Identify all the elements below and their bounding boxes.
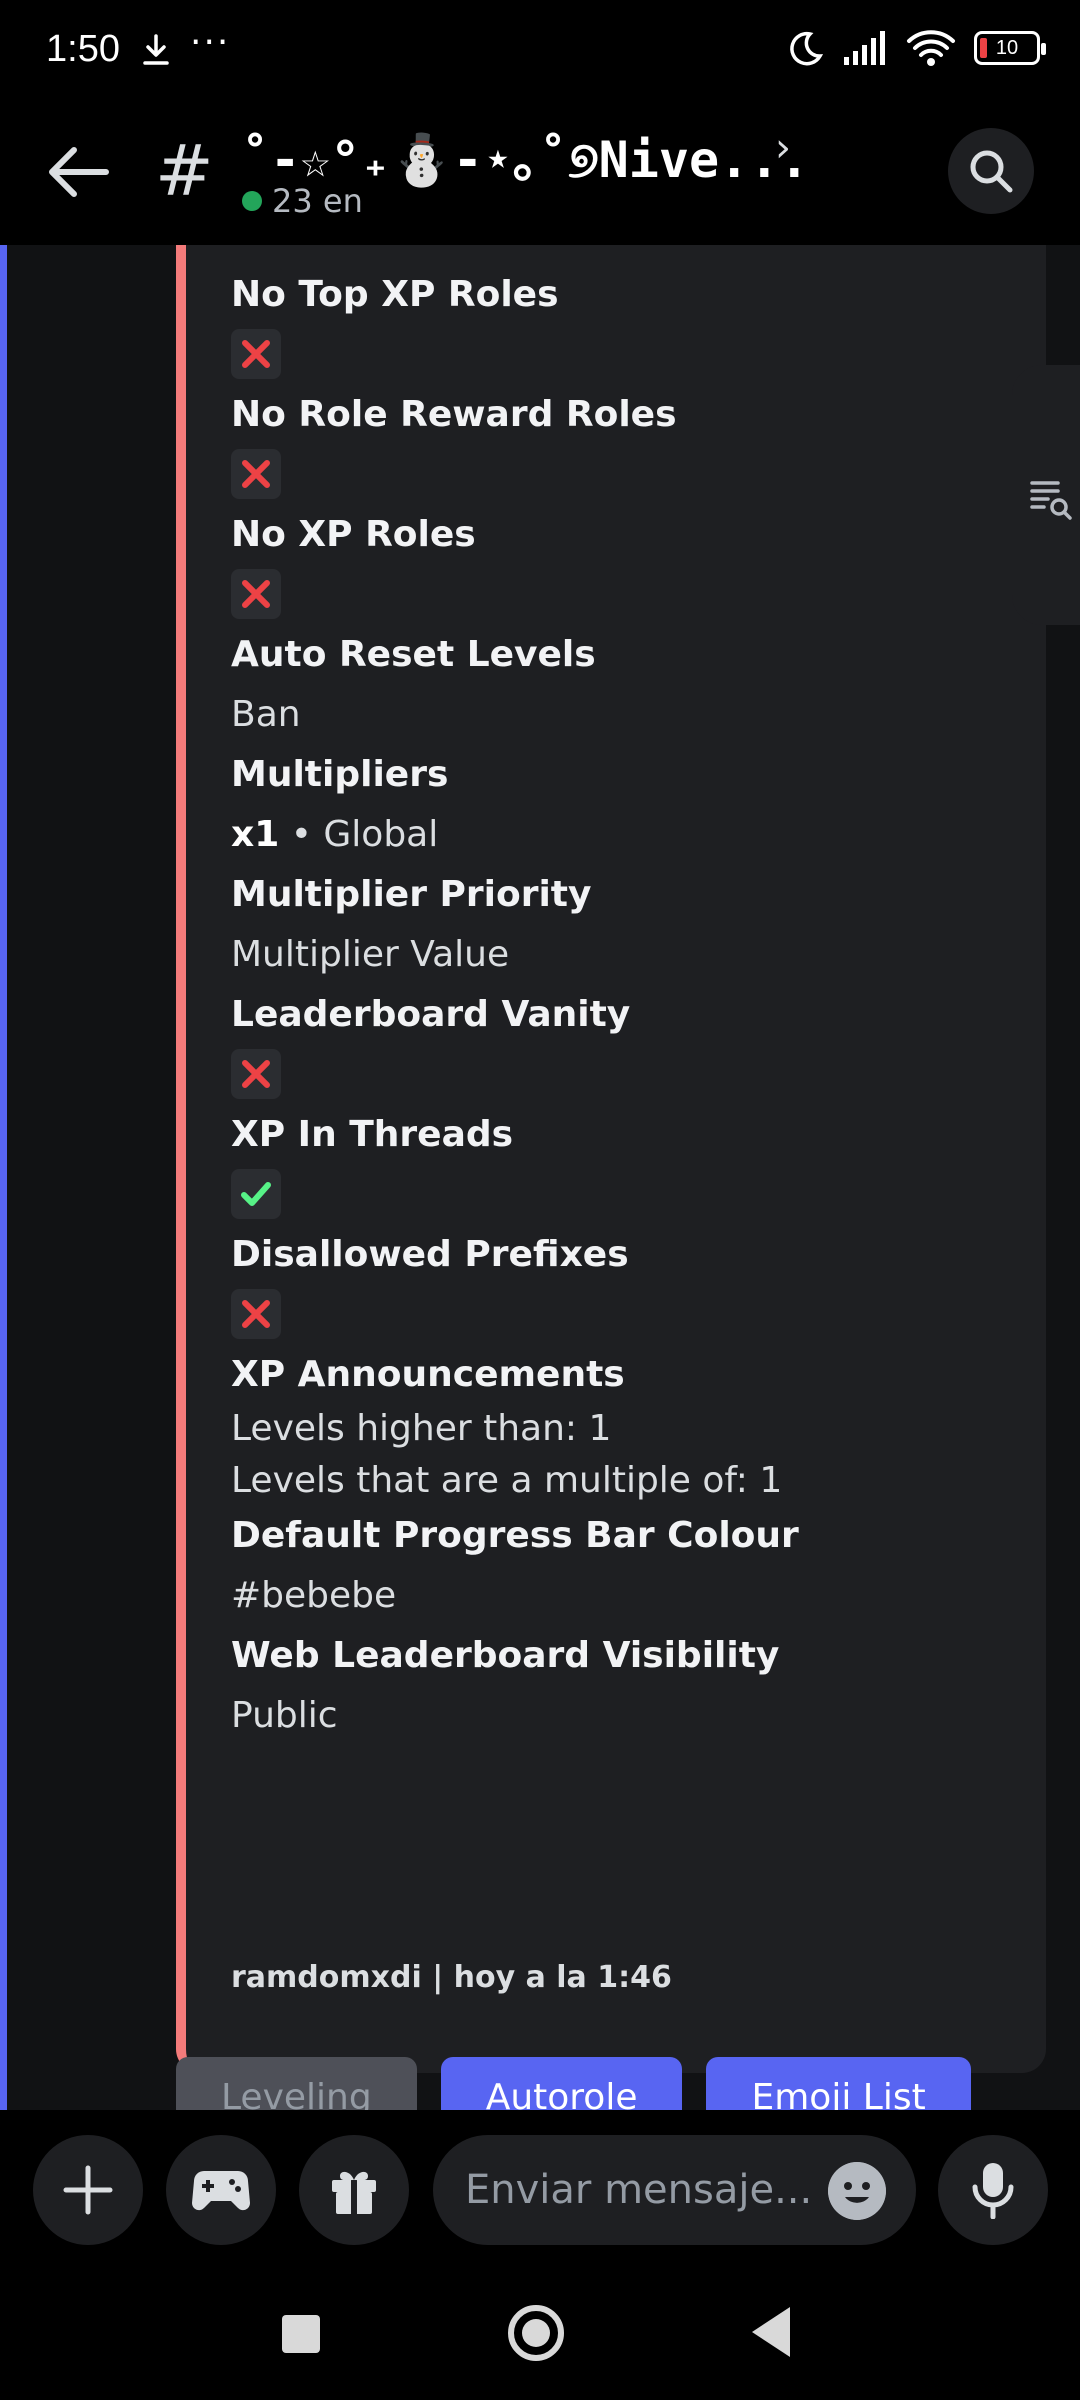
signal-icon	[844, 31, 885, 65]
search-button[interactable]	[948, 128, 1034, 214]
mention-highlight-bar	[0, 245, 7, 2110]
field-name: No XP Roles	[231, 514, 476, 555]
embed-field: XP In Threads	[231, 1107, 1021, 1227]
field-value: x1 • Global	[231, 803, 1021, 867]
field-name: Web Leaderboard Visibility	[231, 1635, 780, 1676]
embed-field: No XP Roles	[231, 507, 1021, 627]
cross-icon	[231, 569, 281, 619]
cross-icon	[231, 1049, 281, 1099]
online-dot-icon	[242, 191, 262, 211]
field-name: Default Progress Bar Colour	[231, 1515, 799, 1556]
download-icon	[143, 34, 169, 65]
cross-icon	[231, 329, 281, 379]
embed-field: Default Progress Bar Colour #bebebe	[231, 1508, 1021, 1628]
status-right: 10	[786, 28, 1046, 68]
microphone-icon	[972, 2163, 1014, 2219]
field-value	[231, 323, 1021, 387]
embed-button-row: Leveling Autorole Emoji List	[176, 2057, 971, 2110]
embed-field: No Top XP Roles	[231, 267, 1021, 387]
channel-hash-icon: #	[155, 130, 214, 212]
embed-field: Web Leaderboard Visibility Public	[231, 1628, 1021, 1748]
field-value: Multiplier Value	[231, 934, 510, 975]
system-back-button[interactable]	[752, 2307, 790, 2357]
field-value	[231, 1043, 1021, 1107]
status-bar: 1:50 ··· 10	[0, 0, 1080, 100]
embed-field: Auto Reset Levels Ban	[231, 627, 1021, 747]
thread-panel-button[interactable]	[1012, 365, 1080, 625]
multiplier-scope: • Global	[279, 814, 439, 855]
message-placeholder: Enviar mensaje...	[465, 2167, 813, 2213]
field-name: Multipliers	[231, 754, 449, 795]
field-name: Leaderboard Vanity	[231, 994, 631, 1035]
embed-fields: No Top XP Roles No Role Reward Roles No XP…	[231, 267, 1021, 1748]
field-name: No Role Reward Roles	[231, 394, 677, 435]
battery-icon: 10	[974, 31, 1046, 65]
field-value: Ban	[231, 694, 301, 735]
embed-field: Multipliers x1 • Global	[231, 747, 1021, 867]
multiplier-value: x1	[231, 814, 280, 855]
field-name: Disallowed Prefixes	[231, 1234, 629, 1275]
recents-button[interactable]	[282, 2315, 320, 2353]
field-value-line: Levels that are a multiple of: 1	[231, 1460, 783, 1501]
embed-field: Disallowed Prefixes	[231, 1227, 1021, 1347]
settings-embed: No Top XP Roles No Role Reward Roles No XP…	[176, 245, 1046, 2073]
search-icon	[970, 150, 1013, 193]
status-time: 1:50	[46, 28, 120, 70]
check-icon	[231, 1169, 281, 1219]
online-count: 23 en	[272, 182, 363, 220]
field-value	[231, 1283, 1021, 1347]
voice-message-button[interactable]	[938, 2135, 1048, 2245]
embed-footer: ramdomxdi | hoy a la 1:46	[231, 1960, 672, 1995]
embed-field: XP Announcements Levels higher than: 1 Lev…	[231, 1347, 1021, 1508]
cross-icon	[231, 1289, 281, 1339]
message-input[interactable]: Enviar mensaje...	[433, 2135, 916, 2245]
field-value	[231, 563, 1021, 627]
emoji-icon[interactable]	[828, 2162, 886, 2220]
app-root: 1:50 ··· 10 # ˚-☆°₊⛄-⋆｡˚୭Nive... › 23 en…	[0, 0, 1080, 2400]
more-notifications-icon: ···	[190, 22, 231, 63]
plus-icon	[63, 2165, 113, 2215]
field-name: XP Announcements	[231, 1354, 625, 1395]
message-list[interactable]: No Top XP Roles No Role Reward Roles No XP…	[0, 245, 1080, 2110]
emoji-list-button[interactable]: Emoji List	[706, 2057, 971, 2110]
autorole-button[interactable]: Autorole	[440, 2057, 683, 2110]
wifi-icon	[907, 30, 955, 66]
gamepad-icon	[191, 2171, 251, 2211]
embed-field: Leaderboard Vanity	[231, 987, 1021, 1107]
add-attachment-button[interactable]	[33, 2135, 143, 2245]
system-nav-bar	[0, 2275, 1080, 2400]
field-name: No Top XP Roles	[231, 274, 559, 315]
gift-button[interactable]	[299, 2135, 409, 2245]
field-name: XP In Threads	[231, 1114, 514, 1155]
gift-icon	[332, 2171, 376, 2214]
embed-field: Multiplier Priority Multiplier Value	[231, 867, 1021, 987]
field-value: #bebebe	[231, 1575, 397, 1616]
channel-header: # ˚-☆°₊⛄-⋆｡˚୭Nive... › 23 en	[0, 100, 1080, 245]
field-value	[231, 1163, 1021, 1227]
field-value-line: Levels higher than: 1	[231, 1408, 612, 1449]
back-arrow-icon[interactable]	[42, 142, 112, 202]
list-search-icon	[1030, 481, 1072, 520]
embed-field: No Role Reward Roles	[231, 387, 1021, 507]
field-name: Multiplier Priority	[231, 874, 592, 915]
moon-icon	[790, 31, 824, 66]
activities-button[interactable]	[166, 2135, 276, 2245]
cross-icon	[231, 449, 281, 499]
field-value: Public	[231, 1695, 338, 1736]
home-button[interactable]	[508, 2305, 564, 2361]
battery-level: 10	[995, 36, 1019, 59]
online-indicator: 23 en	[242, 182, 363, 220]
chevron-right-icon[interactable]: ›	[775, 125, 791, 171]
message-composer: Enviar mensaje...	[0, 2110, 1080, 2275]
leveling-button[interactable]: Leveling	[176, 2057, 417, 2110]
field-value	[231, 443, 1021, 507]
field-name: Auto Reset Levels	[231, 634, 596, 675]
field-value: Levels higher than: 1 Levels that are a m…	[231, 1403, 1021, 1508]
